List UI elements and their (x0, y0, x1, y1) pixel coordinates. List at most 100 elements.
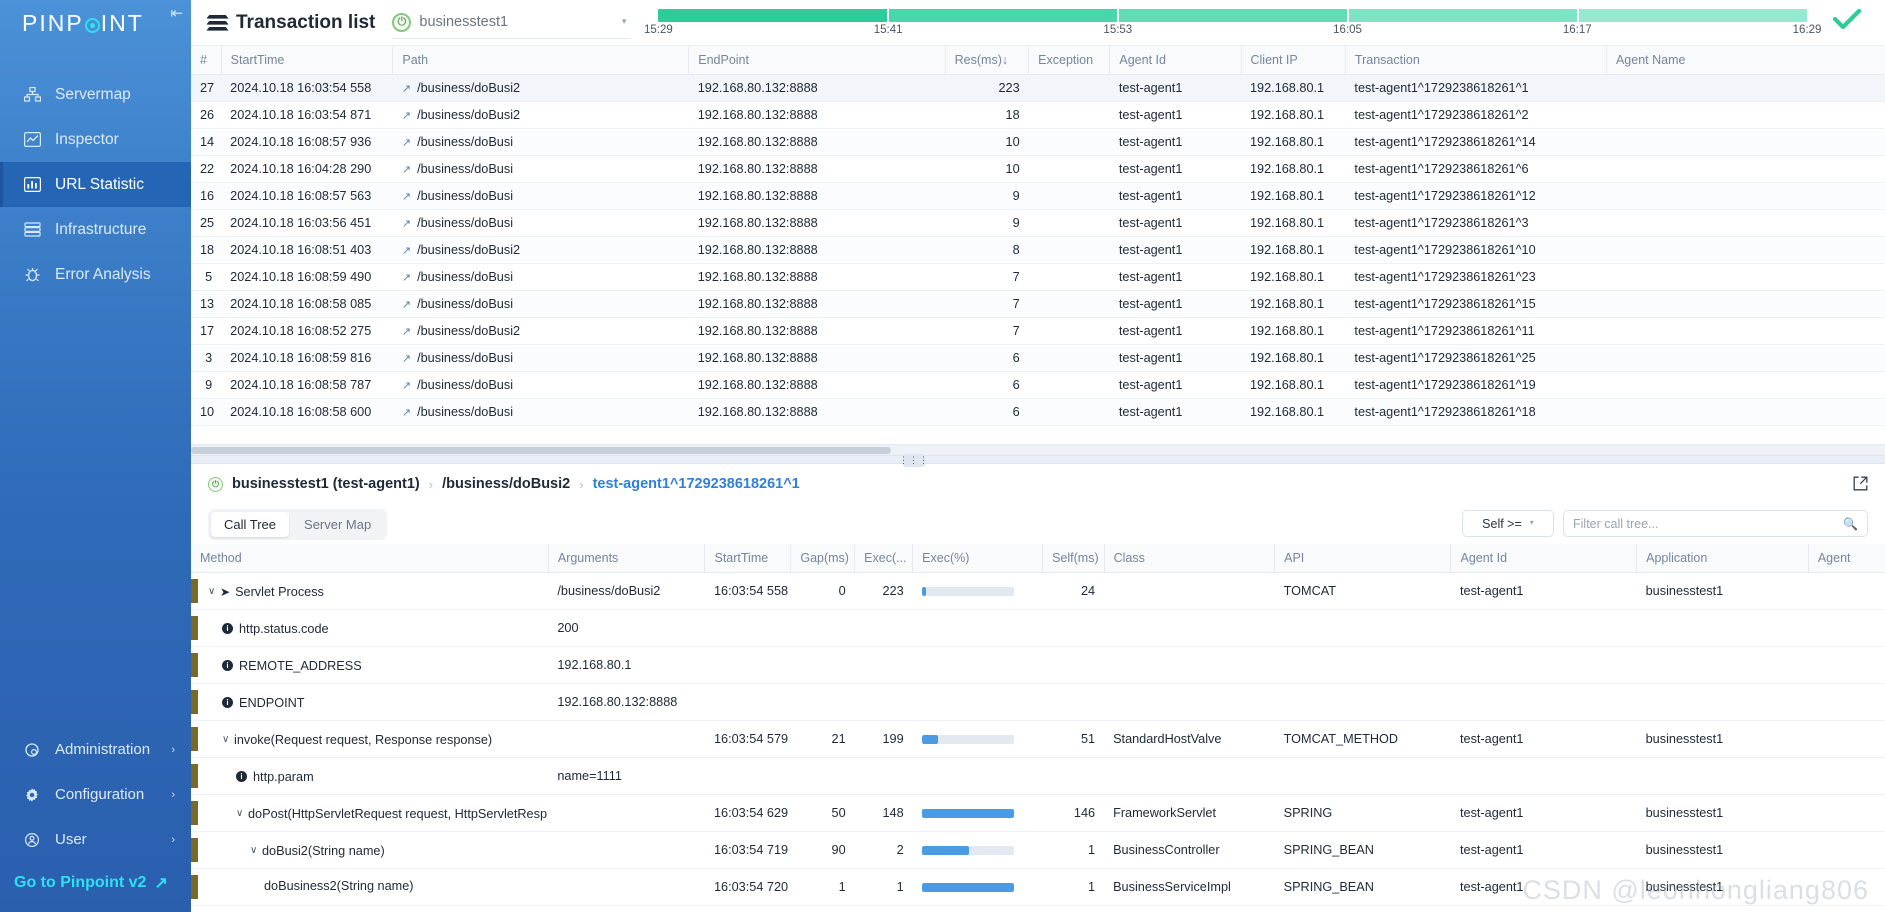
call-tree-row[interactable]: ∨ doBusi2(String name) 16:03:54 719 90 2 1 Bus… (191, 831, 1885, 869)
external-link-icon[interactable]: ↗ (402, 164, 411, 176)
external-link-icon[interactable]: ↗ (402, 407, 411, 419)
external-link-icon[interactable]: ↗ (402, 299, 411, 311)
col-exec-ms[interactable]: Exec(... (854, 544, 914, 573)
table-row[interactable]: 26 2024.10.18 16:03:54 871 ↗ /business/doBu… (191, 101, 1885, 129)
cell-path[interactable]: ↗ /business/doBusi (392, 398, 689, 426)
col-application[interactable]: Application (1636, 544, 1809, 573)
scrollbar-thumb[interactable] (191, 447, 891, 454)
application-selector[interactable]: ⏻ businesstest1 ▾ (392, 7, 631, 39)
col-agent-id[interactable]: Agent Id (1450, 544, 1638, 573)
chevron-down-icon[interactable]: ∨ (208, 586, 220, 597)
external-link-icon[interactable]: ↗ (402, 245, 411, 257)
call-tree-row[interactable]: ∨ invoke(Request request, Response respon… (191, 720, 1885, 758)
horizontal-scrollbar[interactable] (191, 444, 1885, 455)
goto-pinpoint-v2-link[interactable]: Go to Pinpoint v2 ↗ (0, 862, 191, 904)
call-tree-panel[interactable]: Method Arguments StartTime Gap(ms) Exec(… (191, 544, 1885, 912)
table-row[interactable]: 3 2024.10.18 16:08:59 816 ↗ /business/doBus… (191, 344, 1885, 372)
col-agent[interactable]: Agent (1808, 544, 1885, 573)
col-arguments[interactable]: Arguments (548, 544, 706, 573)
sidebar-item-user[interactable]: User › (0, 817, 191, 862)
cell-path[interactable]: ↗ /business/doBusi (392, 128, 689, 156)
table-row[interactable]: 27 2024.10.18 16:03:54 558 ↗ /business/doBu… (191, 74, 1885, 102)
tab-server-map[interactable]: Server Map (291, 512, 384, 537)
col-endpoint[interactable]: EndPoint (688, 46, 946, 75)
cell-path[interactable]: ↗ /business/doBusi2 (392, 101, 689, 129)
table-row[interactable]: 22 2024.10.18 16:04:28 290 ↗ /business/doBu… (191, 155, 1885, 183)
external-link-icon[interactable]: ↗ (402, 191, 411, 203)
cell-path[interactable]: ↗ /business/doBusi (392, 209, 689, 237)
filter-call-tree-input-wrap[interactable]: 🔍 (1563, 510, 1868, 537)
cell-method[interactable]: i ENDPOINT (191, 683, 549, 721)
sidebar-collapse-icon[interactable]: ⇤ (170, 6, 183, 21)
external-link-icon[interactable]: ↗ (402, 110, 411, 122)
timeline[interactable]: 15:29 15:41 15:53 16:05 16:17 16:29 (630, 0, 1885, 46)
check-icon[interactable] (1831, 6, 1863, 34)
cell-path[interactable]: ↗ /business/doBusi2 (392, 74, 689, 102)
external-link-icon[interactable]: ↗ (402, 218, 411, 230)
call-tree-row[interactable]: ∨ doPost(HttpServletRequest request, Http… (191, 794, 1885, 832)
cell-path[interactable]: ↗ /business/doBusi (392, 182, 689, 210)
table-row[interactable]: 10 2024.10.18 16:08:58 600 ↗ /business/doBu… (191, 398, 1885, 426)
call-tree-row[interactable]: ∨ ➤ Servlet Process/business/doBusi2 16:03:… (191, 572, 1885, 610)
col-gap-ms[interactable]: Gap(ms) (790, 544, 856, 573)
col-client-ip[interactable]: Client IP (1241, 46, 1346, 75)
cell-method[interactable]: ∨ doPost(HttpServletRequest request, Http… (191, 794, 549, 832)
panel-splitter[interactable]: ⋮⋮⋮ (191, 454, 1885, 467)
col-starttime[interactable]: StartTime (221, 46, 394, 75)
cell-method[interactable]: ∨ doBusi2(String name) (191, 831, 549, 869)
call-tree-row[interactable]: i ENDPOINT 192.168.80.132:8888 (191, 683, 1885, 721)
tab-call-tree[interactable]: Call Tree (211, 511, 290, 537)
cell-method[interactable]: i http.status.code (191, 609, 549, 647)
col-method[interactable]: Method (191, 544, 549, 573)
timeline-bar[interactable] (658, 8, 1807, 22)
table-row[interactable]: 18 2024.10.18 16:08:51 403 ↗ /business/doBu… (191, 236, 1885, 264)
chevron-down-icon[interactable]: ∨ (236, 808, 248, 819)
table-row[interactable]: 13 2024.10.18 16:08:58 085 ↗ /business/doBu… (191, 290, 1885, 318)
col-class[interactable]: Class (1104, 544, 1276, 573)
cell-path[interactable]: ↗ /business/doBusi2 (392, 236, 689, 264)
cell-path[interactable]: ↗ /business/doBusi (392, 290, 689, 318)
table-row[interactable]: 25 2024.10.18 16:03:56 451 ↗ /business/doBu… (191, 209, 1885, 237)
external-link-icon[interactable]: ↗ (402, 272, 411, 284)
external-link-icon[interactable]: ↗ (402, 83, 411, 95)
col-res-ms[interactable]: Res(ms)↓ (945, 46, 1030, 75)
cell-method[interactable]: i REMOTE_ADDRESS (191, 646, 549, 684)
chevron-down-icon[interactable]: ∨ (250, 845, 262, 856)
table-row[interactable]: 5 2024.10.18 16:08:59 490 ↗ /business/doBus… (191, 263, 1885, 291)
col-agent-id[interactable]: Agent Id (1109, 46, 1242, 75)
cell-path[interactable]: ↗ /business/doBusi (392, 263, 689, 291)
external-link-icon[interactable]: ↗ (402, 326, 411, 338)
filter-call-tree-input[interactable] (1573, 516, 1838, 531)
external-link-icon[interactable] (1853, 476, 1868, 495)
col-self-ms[interactable]: Self(ms) (1042, 544, 1105, 573)
breadcrumb-path[interactable]: /business/doBusi2 (442, 476, 570, 492)
table-row[interactable]: 9 2024.10.18 16:08:58 787 ↗ /business/doBus… (191, 371, 1885, 399)
col-api[interactable]: API (1274, 544, 1452, 573)
col-path[interactable]: Path (392, 46, 690, 75)
cell-method[interactable]: doBusiness2(String name) (191, 868, 549, 906)
self-threshold-select[interactable]: Self >= ▾ (1462, 510, 1554, 537)
external-link-icon[interactable]: ↗ (402, 353, 411, 365)
table-row[interactable]: 14 2024.10.18 16:08:57 936 ↗ /business/doBu… (191, 128, 1885, 156)
chevron-down-icon[interactable]: ∨ (222, 734, 234, 745)
col-exec-pct[interactable]: Exec(%) (912, 544, 1044, 573)
sidebar-item-url-statistic[interactable]: URL Statistic (0, 162, 191, 207)
call-tree-row[interactable]: i http.status.code 200 (191, 609, 1885, 647)
call-tree-row[interactable]: doBusiness2(String name) 16:03:54 720 1 1 1 B… (191, 868, 1885, 906)
cell-path[interactable]: ↗ /business/doBusi2 (392, 317, 689, 345)
table-row[interactable]: 16 2024.10.18 16:08:57 563 ↗ /business/doBu… (191, 182, 1885, 210)
external-link-icon[interactable]: ↗ (402, 137, 411, 149)
col-starttime[interactable]: StartTime (704, 544, 792, 573)
transaction-list-scroll[interactable]: # StartTime Path EndPoint Res(ms)↓ Excep… (191, 46, 1885, 444)
call-tree-row[interactable]: i http.param name=1111 (191, 757, 1885, 795)
external-link-icon[interactable]: ↗ (402, 380, 411, 392)
search-icon[interactable]: 🔍 (1843, 517, 1858, 531)
call-tree-row[interactable]: i REMOTE_ADDRESS 192.168.80.1 (191, 646, 1885, 684)
sidebar-item-configuration[interactable]: Configuration › (0, 772, 191, 817)
sidebar-item-administration[interactable]: Administration › (0, 727, 191, 772)
sidebar-item-inspector[interactable]: Inspector (0, 117, 191, 162)
cell-path[interactable]: ↗ /business/doBusi (392, 371, 689, 399)
cell-path[interactable]: ↗ /business/doBusi (392, 155, 689, 183)
breadcrumb-transaction-id[interactable]: test-agent1^1729238618261^1 (593, 476, 800, 492)
cell-method[interactable]: ∨ invoke(Request request, Response respon… (191, 720, 549, 758)
